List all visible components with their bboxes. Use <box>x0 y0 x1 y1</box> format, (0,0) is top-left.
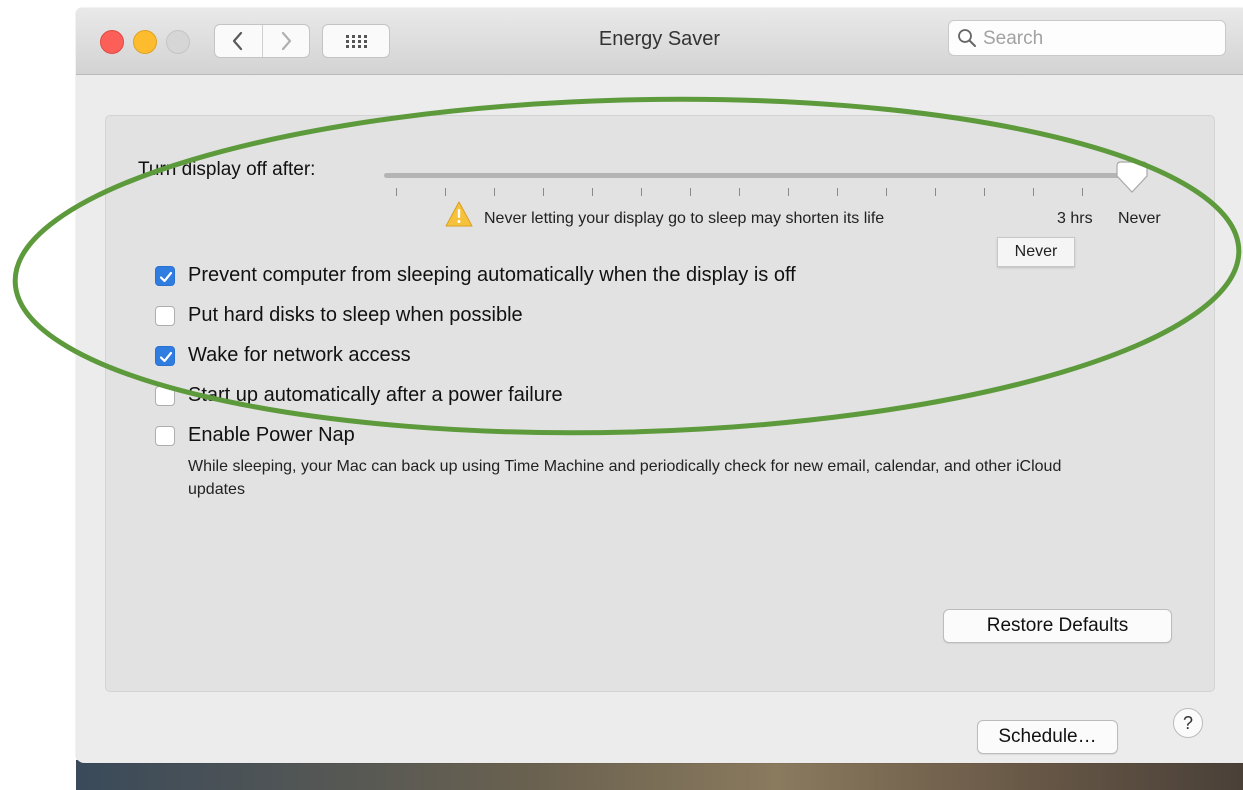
power-failure-startup-checkbox[interactable] <box>155 386 175 406</box>
power-failure-startup-label: Start up automatically after a power fai… <box>188 384 563 406</box>
display-sleep-slider-track[interactable] <box>384 173 1132 178</box>
tick-label-3hrs: 3 hrs <box>1057 210 1093 227</box>
search-field[interactable]: Search <box>948 20 1226 56</box>
help-button[interactable]: ? <box>1173 708 1203 738</box>
slider-tick <box>984 188 985 196</box>
restore-defaults-button[interactable]: Restore Defaults <box>943 609 1172 643</box>
search-placeholder: Search <box>983 28 1044 49</box>
slider-value-tooltip: Never <box>997 237 1075 267</box>
slider-tick <box>739 188 740 196</box>
wake-network-label: Wake for network access <box>188 344 411 366</box>
prevent-sleep-checkbox[interactable] <box>155 266 175 286</box>
slider-tick <box>445 188 446 196</box>
checkmark-icon <box>159 351 173 363</box>
hard-disk-sleep-checkbox[interactable] <box>155 306 175 326</box>
slider-tick <box>886 188 887 196</box>
slider-tick <box>592 188 593 196</box>
slider-tick <box>494 188 495 196</box>
slider-ticks <box>396 188 1088 198</box>
slider-tick <box>788 188 789 196</box>
warning-icon <box>445 201 473 227</box>
display-sleep-slider-thumb[interactable] <box>1113 160 1151 196</box>
preferences-window: Energy Saver Search Turn display off aft… <box>76 8 1243 763</box>
power-nap-label: Enable Power Nap <box>188 424 355 446</box>
search-icon <box>958 29 976 47</box>
display-sleep-warning: Never letting your display go to sleep m… <box>484 210 885 227</box>
title-bar: Energy Saver Search <box>76 8 1243 75</box>
power-nap-checkbox[interactable] <box>155 426 175 446</box>
schedule-button[interactable]: Schedule… <box>977 720 1118 754</box>
slider-tick <box>935 188 936 196</box>
tick-label-never: Never <box>1118 210 1161 227</box>
slider-tick <box>1033 188 1034 196</box>
wake-network-checkbox[interactable] <box>155 346 175 366</box>
checkmark-icon <box>159 271 173 283</box>
power-nap-description: While sleeping, your Mac can back up usi… <box>188 458 1062 498</box>
slider-tick <box>1082 188 1083 196</box>
settings-panel: Turn display off after: Never letting yo… <box>105 115 1215 692</box>
desktop-wallpaper <box>76 760 1243 790</box>
slider-tick <box>690 188 691 196</box>
prevent-sleep-label: Prevent computer from sleeping automatic… <box>188 264 796 286</box>
slider-tick <box>837 188 838 196</box>
hard-disk-sleep-label: Put hard disks to sleep when possible <box>188 304 523 326</box>
slider-tick <box>641 188 642 196</box>
slider-tick <box>396 188 397 196</box>
display-sleep-label: Turn display off after: <box>138 159 316 180</box>
slider-tick <box>543 188 544 196</box>
